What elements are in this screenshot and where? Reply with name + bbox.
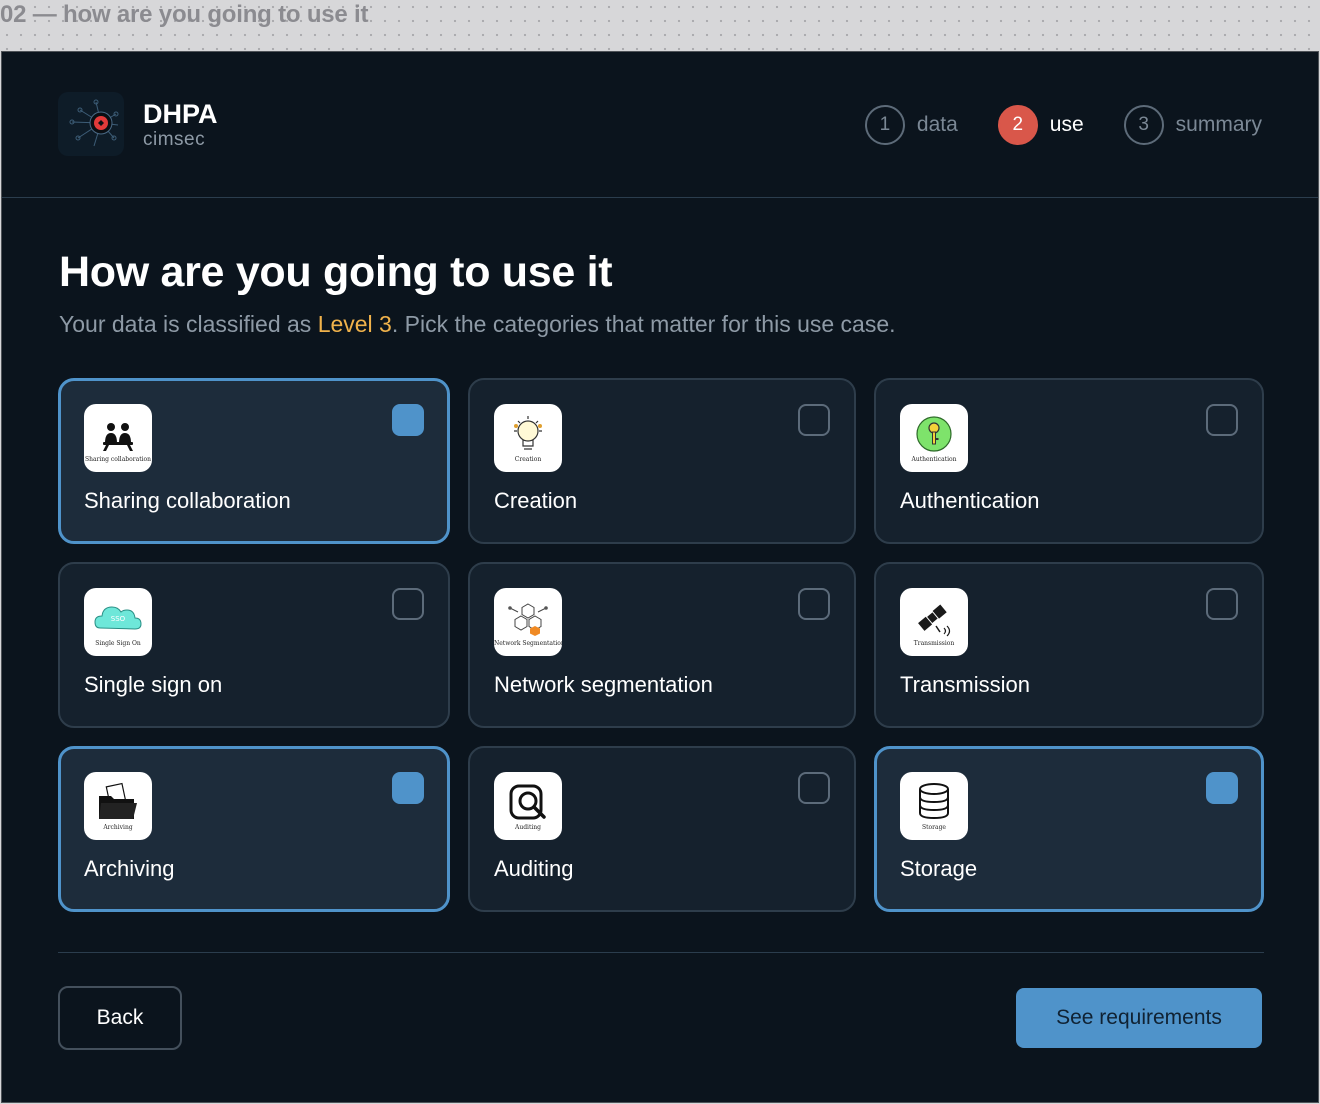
step-label: use bbox=[1049, 113, 1084, 136]
brand-subtitle: cimsec bbox=[143, 129, 206, 150]
icon-caption: Archiving bbox=[103, 824, 133, 831]
app-window: DHPA cimsec 1 data 2 use 3 summary How a… bbox=[1, 51, 1319, 1103]
category-card-sharing-collaboration[interactable]: Sharing collaboration Sharing collaborat… bbox=[58, 378, 450, 544]
lightbulb-icon: Creation bbox=[494, 404, 562, 472]
icon-caption: Authentication bbox=[911, 456, 957, 463]
brand-name: DHPA bbox=[143, 99, 218, 129]
category-card-auditing[interactable]: Auditing Auditing bbox=[468, 746, 856, 912]
card-label: Transmission bbox=[900, 672, 1030, 697]
subtitle-text: Your data is classified as bbox=[59, 311, 318, 337]
page-title: How are you going to use it bbox=[59, 248, 613, 296]
back-button[interactable]: Back bbox=[58, 986, 182, 1050]
card-label: Auditing bbox=[494, 856, 574, 881]
card-label: Single sign on bbox=[84, 672, 223, 697]
step-number: 1 bbox=[864, 105, 905, 145]
step-number: 3 bbox=[1123, 105, 1164, 145]
network-hexagons-icon: Network Segmentation bbox=[494, 588, 562, 656]
stepper: 1 data 2 use 3 summary bbox=[864, 104, 1262, 146]
card-label: Sharing collaboration bbox=[84, 488, 291, 513]
icon-caption: Creation bbox=[514, 456, 542, 463]
sso-badge-text: SSO bbox=[111, 615, 126, 623]
category-card-creation[interactable]: Creation Creation bbox=[468, 378, 856, 544]
step-label: data bbox=[916, 113, 958, 136]
category-card-single-sign-on[interactable]: SSO Single Sign On Single sign on bbox=[58, 562, 450, 728]
circuit-logo-icon bbox=[58, 92, 124, 156]
card-label: Creation bbox=[494, 488, 578, 513]
card-checkbox[interactable] bbox=[1206, 772, 1238, 804]
card-checkbox[interactable] bbox=[798, 404, 830, 436]
step-data[interactable]: 1 data bbox=[864, 105, 958, 145]
step-use[interactable]: 2 use bbox=[997, 105, 1084, 145]
frame-label: 02 — how are you going to use it bbox=[0, 1, 369, 28]
magnifier-audit-icon: Auditing bbox=[494, 772, 562, 840]
card-label: Storage bbox=[900, 856, 978, 881]
card-checkbox[interactable] bbox=[1206, 404, 1238, 436]
page-subtitle: Your data is classified as Level 3. Pick… bbox=[59, 311, 896, 338]
category-card-authentication[interactable]: Authentication Authentication bbox=[874, 378, 1264, 544]
footer-divider bbox=[58, 952, 1264, 953]
satellite-icon: Transmission bbox=[900, 588, 968, 656]
icon-caption: Network Segmentation bbox=[494, 640, 562, 647]
category-card-transmission[interactable]: Transmission Transmission bbox=[874, 562, 1264, 728]
sharing-collaboration-icon: Sharing collaboration bbox=[84, 404, 152, 472]
card-checkbox[interactable] bbox=[392, 404, 424, 436]
category-card-archiving[interactable]: Archiving Archiving bbox=[58, 746, 450, 912]
card-checkbox[interactable] bbox=[798, 772, 830, 804]
card-label: Network segmentation bbox=[494, 672, 713, 697]
card-label: Authentication bbox=[900, 488, 1040, 513]
see-requirements-button[interactable]: See requirements bbox=[1016, 988, 1262, 1048]
step-summary[interactable]: 3 summary bbox=[1123, 105, 1262, 145]
icon-caption: Transmission bbox=[913, 640, 955, 647]
card-checkbox[interactable] bbox=[798, 588, 830, 620]
icon-caption: Single Sign On bbox=[95, 640, 141, 647]
icon-caption: Storage bbox=[922, 824, 946, 831]
subtitle-text: . Pick the categories that matter for th… bbox=[391, 311, 896, 337]
step-label: summary bbox=[1175, 113, 1262, 136]
card-label: Archiving bbox=[84, 856, 175, 881]
card-checkbox[interactable] bbox=[392, 772, 424, 804]
card-checkbox[interactable] bbox=[392, 588, 424, 620]
key-icon: Authentication bbox=[900, 404, 968, 472]
cloud-sso-icon: SSO Single Sign On bbox=[84, 588, 152, 656]
category-card-storage[interactable]: Storage Storage bbox=[874, 746, 1264, 912]
step-number: 2 bbox=[997, 105, 1038, 145]
icon-caption: Auditing bbox=[515, 824, 541, 831]
header: DHPA cimsec 1 data 2 use 3 summary bbox=[2, 52, 1318, 198]
icon-caption: Sharing collaboration bbox=[84, 456, 152, 463]
card-checkbox[interactable] bbox=[1206, 588, 1238, 620]
database-icon: Storage bbox=[900, 772, 968, 840]
category-grid: Sharing collaboration Sharing collaborat… bbox=[58, 378, 1264, 912]
folder-archive-icon: Archiving bbox=[84, 772, 152, 840]
category-card-network-segmentation[interactable]: Network Segmentation Network segmentatio… bbox=[468, 562, 856, 728]
classification-level: Level 3 bbox=[317, 311, 392, 337]
